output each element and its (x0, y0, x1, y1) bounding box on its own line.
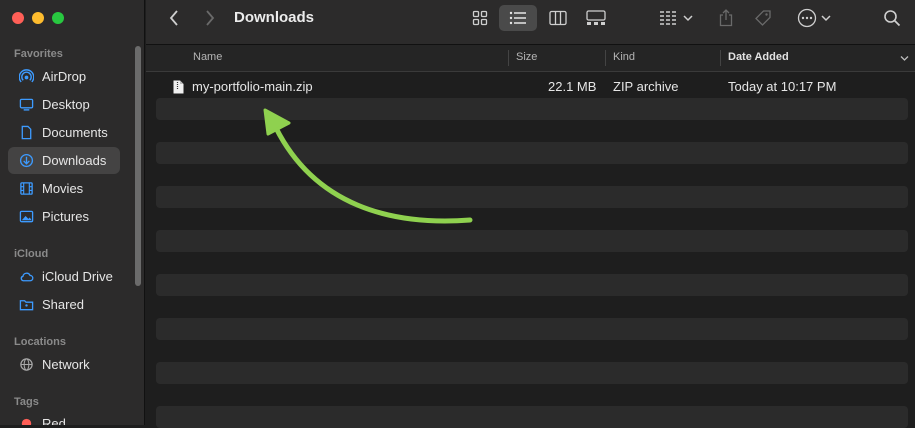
empty-row (156, 274, 908, 296)
sidebar-item-label: Network (42, 357, 90, 372)
share-icon (719, 9, 733, 27)
column-header-kind[interactable]: Kind (605, 45, 635, 71)
columns-icon (549, 10, 567, 26)
toolbar: Downloads (146, 0, 915, 45)
action-menu-button[interactable] (794, 7, 834, 29)
table-row[interactable]: my-portfolio-main.zip 22.1 MB ZIP archiv… (156, 76, 908, 98)
empty-row (156, 296, 908, 318)
sidebar-item-airdrop[interactable]: AirDrop (8, 63, 120, 90)
empty-row (156, 340, 908, 362)
forward-button[interactable] (202, 7, 218, 29)
column-header-date-added[interactable]: Date Added (720, 45, 789, 71)
empty-row (156, 362, 908, 384)
zoom-window-button[interactable] (52, 12, 64, 24)
icon-view-button[interactable] (466, 7, 494, 29)
empty-row (156, 142, 908, 164)
empty-row (156, 120, 908, 142)
cloud-icon (16, 269, 36, 284)
grid-icon (472, 10, 488, 26)
chevron-left-icon (169, 10, 178, 26)
file-kind: ZIP archive (613, 79, 679, 94)
film-icon (16, 181, 36, 196)
file-list: my-portfolio-main.zip 22.1 MB ZIP archiv… (156, 76, 908, 428)
sidebar-item-label: AirDrop (42, 69, 87, 84)
sidebar-item-downloads[interactable]: Downloads (8, 147, 120, 174)
gallery-icon (586, 10, 606, 25)
sidebar-section-favorites: Favorites (14, 48, 63, 60)
sidebar: Favorites AirDrop Desktop Documents Down… (0, 0, 145, 425)
photo-icon (16, 209, 36, 224)
shared-folder-icon (16, 297, 36, 312)
list-icon (509, 11, 526, 25)
empty-row (156, 164, 908, 186)
sidebar-section-icloud: iCloud (14, 248, 49, 260)
table-header: Name Size Kind Date Added (146, 45, 915, 72)
chevron-down-icon (683, 15, 693, 22)
more-icon (797, 8, 817, 28)
list-view-button[interactable] (499, 5, 537, 31)
empty-row (156, 230, 908, 252)
column-view-button[interactable] (544, 7, 572, 29)
column-header-name[interactable]: Name (185, 45, 222, 71)
tag-button[interactable] (751, 7, 775, 29)
sidebar-item-movies[interactable]: Movies (8, 175, 120, 202)
sidebar-item-pictures[interactable]: Pictures (8, 203, 120, 230)
window-title: Downloads (234, 9, 315, 26)
sidebar-item-label: Desktop (42, 97, 90, 112)
file-date-added: Today at 10:17 PM (728, 79, 837, 94)
column-header-size[interactable]: Size (508, 45, 537, 71)
back-button[interactable] (166, 7, 182, 29)
sidebar-item-label: Pictures (42, 209, 89, 224)
empty-row (156, 384, 908, 406)
chevron-down-icon (821, 15, 831, 22)
minimize-window-button[interactable] (32, 12, 44, 24)
empty-row (156, 98, 908, 120)
share-button[interactable] (714, 7, 738, 29)
sidebar-item-desktop[interactable]: Desktop (8, 91, 120, 118)
group-icon (660, 11, 678, 25)
sidebar-item-label: Documents (42, 125, 108, 140)
red-tag-dot-icon (16, 416, 36, 425)
file-size: 22.1 MB (548, 79, 597, 94)
empty-row (156, 186, 908, 208)
sidebar-item-icloud-drive[interactable]: iCloud Drive (8, 263, 120, 290)
sort-chevron-down-icon[interactable] (900, 55, 909, 62)
sidebar-item-label: Red (42, 416, 66, 425)
search-icon (884, 10, 901, 27)
gallery-view-button[interactable] (582, 7, 610, 29)
download-icon (16, 153, 36, 168)
tag-icon (755, 10, 771, 26)
sidebar-scrollbar[interactable] (135, 46, 141, 286)
sidebar-item-network[interactable]: Network (8, 351, 120, 378)
document-icon (16, 125, 36, 140)
group-by-button[interactable] (656, 7, 696, 29)
empty-row (156, 208, 908, 230)
empty-row (156, 252, 908, 274)
sidebar-item-label: iCloud Drive (42, 269, 113, 284)
sidebar-section-locations: Locations (14, 336, 66, 348)
file-name: my-portfolio-main.zip (192, 79, 313, 94)
sidebar-item-shared[interactable]: Shared (8, 291, 120, 318)
airdrop-icon (16, 69, 36, 84)
window-controls (12, 12, 64, 24)
sidebar-item-documents[interactable]: Documents (8, 119, 120, 146)
sidebar-item-label: Movies (42, 181, 84, 196)
sidebar-item-tag-red[interactable]: Red (8, 410, 120, 425)
sidebar-item-label: Shared (42, 297, 84, 312)
globe-icon (16, 357, 36, 372)
sidebar-item-label: Downloads (42, 153, 107, 168)
chevron-right-icon (206, 10, 215, 26)
search-button[interactable] (880, 7, 904, 29)
zip-file-icon (173, 80, 184, 97)
empty-row (156, 318, 908, 340)
sidebar-section-tags: Tags (14, 396, 39, 408)
close-window-button[interactable] (12, 12, 24, 24)
desktop-icon (16, 97, 36, 112)
